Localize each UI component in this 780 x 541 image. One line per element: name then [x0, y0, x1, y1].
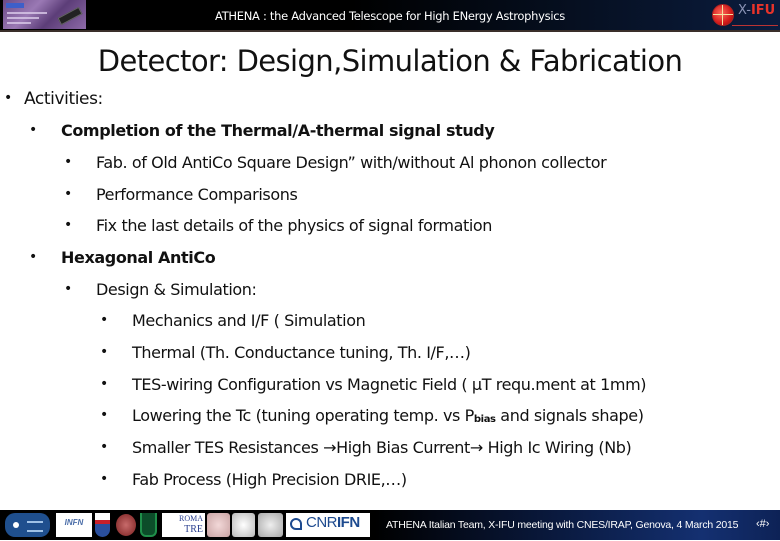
slide-title: Detector: Design,Simulation & Fabricatio…	[97, 44, 683, 78]
university-seal-logo	[207, 513, 230, 537]
header-title: ATHENA : the Advanced Telescope for High…	[215, 9, 565, 23]
bullet-dot: •	[29, 249, 37, 265]
bullet-dot: •	[64, 281, 72, 297]
bullet-text: Smaller TES Resistances →High Bias Curre…	[132, 438, 632, 457]
bullet-tes-wiring: • TES-wiring Configuration vs Magnetic F…	[100, 375, 647, 394]
bias-subscript: bias	[473, 414, 496, 425]
header-bar: ATHENA : the Advanced Telescope for High…	[0, 0, 780, 32]
bullet-dot: •	[64, 217, 72, 233]
athena-logo	[5, 513, 50, 537]
bullet-dot: •	[100, 344, 108, 360]
bullet-text: Mechanics and I/F ( Simulation	[132, 311, 366, 330]
bullet-text: Hexagonal AntiCo	[61, 248, 216, 267]
bullet-activities: • Activities:	[4, 89, 103, 109]
bullet-dot: •	[64, 186, 72, 202]
bullet-text: Fab. of Old AntiCo Square Design” with/w…	[96, 153, 607, 172]
page-number: ‹#›	[756, 518, 770, 530]
bullet-text: Thermal (Th. Conductance tuning, Th. I/F…	[132, 343, 471, 362]
cnr-ifn-logo: CNRIFN	[286, 513, 370, 537]
globe-icon	[712, 4, 734, 26]
bullet-smaller-tes: • Smaller TES Resistances →High Bias Cur…	[100, 438, 632, 457]
bullet-text: Completion of the Thermal/A-thermal sign…	[61, 121, 495, 140]
bullet-completion: • Completion of the Thermal/A-thermal si…	[29, 121, 495, 140]
bullet-dot: •	[100, 471, 108, 487]
bullet-dot: •	[29, 122, 37, 138]
university-seal-logo	[232, 513, 255, 537]
xifu-logo: X-IFU	[710, 3, 780, 29]
cnr-text: CNR	[306, 514, 338, 531]
xifu-underline	[732, 25, 778, 26]
bullet-dot: •	[100, 407, 108, 423]
bullet-dot: •	[100, 376, 108, 392]
xifu-text: X-IFU	[738, 3, 775, 18]
bullet-text: Fab Process (High Precision DRIE,…)	[132, 470, 407, 489]
bullet-dot: •	[100, 439, 108, 455]
bullet-hexagonal: • Hexagonal AntiCo	[29, 248, 216, 267]
bullet-fab-old: • Fab. of Old AntiCo Square Design” with…	[64, 153, 607, 172]
bullet-text: Fix the last details of the physics of s…	[96, 216, 493, 235]
bullet-dot: •	[4, 90, 12, 106]
infn-logo: INFN	[56, 513, 92, 537]
bullet-fab-process: • Fab Process (High Precision DRIE,…)	[100, 470, 407, 489]
bullet-dot: •	[100, 312, 108, 328]
bullet-text-pre: Lowering the Tc (tuning operating temp. …	[132, 406, 474, 425]
university-seal-logo	[258, 513, 283, 537]
university-seal-logo	[116, 514, 136, 536]
footer-text: ATHENA Italian Team, X-IFU meeting with …	[386, 519, 739, 531]
bullet-lowering-tc: • Lowering the Tc (tuning operating temp…	[100, 406, 644, 425]
ifn-text: IFN	[337, 514, 360, 531]
roma-tre-bottom: TRE	[184, 524, 203, 535]
footer-bar: INFN ROMA TRE CNRIFN ATHENA Italian Team…	[0, 510, 780, 540]
bullet-text: Design & Simulation:	[96, 280, 257, 299]
xifu-ifu: IFU	[750, 3, 776, 18]
bullet-performance: • Performance Comparisons	[64, 185, 298, 204]
bullet-text: TES-wiring Configuration vs Magnetic Fie…	[132, 375, 647, 394]
genova-shield-logo	[95, 513, 110, 537]
bullet-text-post: and signals shape)	[495, 406, 644, 425]
bullet-design-sim: • Design & Simulation:	[64, 280, 257, 299]
roma-tre-logo: ROMA TRE	[162, 513, 205, 537]
bullet-thermal: • Thermal (Th. Conductance tuning, Th. I…	[100, 343, 471, 362]
bullet-fix-details: • Fix the last details of the physics of…	[64, 216, 493, 235]
bullet-text: Performance Comparisons	[96, 185, 298, 204]
bullet-mechanics: • Mechanics and I/F ( Simulation	[100, 311, 366, 330]
bullet-dot: •	[64, 154, 72, 170]
bullet-text: Activities:	[24, 89, 103, 109]
roma-tre-top: ROMA	[178, 514, 203, 523]
green-shield-logo	[140, 513, 157, 537]
